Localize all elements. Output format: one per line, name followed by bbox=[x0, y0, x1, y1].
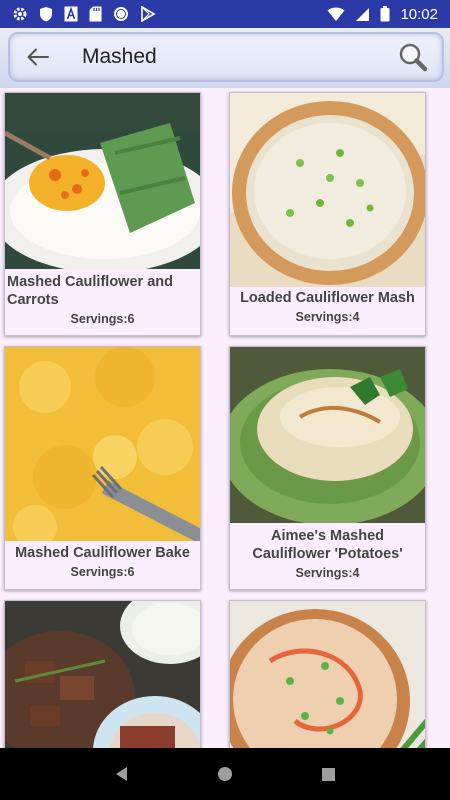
status-time: 10:02 bbox=[400, 5, 438, 23]
back-icon[interactable] bbox=[102, 754, 142, 794]
recipe-title: Aimee's Mashed Cauliflower 'Potatoes' bbox=[252, 528, 403, 562]
recipe-photo bbox=[5, 93, 200, 269]
recipe-servings: Servings:4 bbox=[295, 566, 360, 580]
recipe-servings: Servings:6 bbox=[70, 565, 135, 579]
gear-icon bbox=[13, 7, 27, 21]
navigation-bar bbox=[0, 748, 450, 800]
recipe-photo bbox=[5, 347, 200, 541]
recipe-card[interactable]: Mashed Cauliflower Bake Servings:6 bbox=[4, 346, 201, 590]
status-bar: 10:02 bbox=[0, 0, 450, 28]
shield-icon bbox=[40, 7, 52, 22]
recipe-servings: Servings:4 bbox=[295, 310, 360, 324]
recipe-photo bbox=[5, 601, 200, 748]
back-arrow-icon[interactable] bbox=[16, 35, 60, 79]
recipe-servings: Servings:6 bbox=[70, 312, 135, 326]
recipe-photo bbox=[230, 601, 425, 748]
status-icons-left bbox=[12, 6, 156, 22]
recents-icon[interactable] bbox=[308, 754, 348, 794]
search-bar: Mashed bbox=[8, 32, 444, 82]
play-store-icon bbox=[141, 6, 156, 22]
recipe-grid: Mashed Cauliflower and Carrots Servings:… bbox=[0, 88, 450, 748]
battery-icon bbox=[380, 6, 390, 22]
recipe-title: Mashed Cauliflower and Carrots bbox=[7, 274, 173, 308]
recipe-card[interactable]: Aimee's Mashed Cauliflower 'Potatoes' Se… bbox=[229, 346, 426, 590]
home-icon[interactable] bbox=[205, 754, 245, 794]
recipe-title: Loaded Cauliflower Mash bbox=[240, 290, 415, 306]
recipe-photo bbox=[230, 93, 425, 287]
recipe-photo bbox=[230, 347, 425, 523]
search-input[interactable]: Mashed bbox=[82, 45, 157, 69]
wifi-icon bbox=[327, 7, 345, 21]
recipe-title: Mashed Cauliflower Bake bbox=[15, 545, 190, 561]
circle-icon bbox=[114, 7, 128, 21]
recipe-card[interactable]: Loaded Cauliflower Mash Servings:4 bbox=[229, 92, 426, 336]
cell-signal-icon bbox=[356, 7, 370, 21]
recipe-card[interactable]: Mashed Cauliflower and Carrots Servings:… bbox=[4, 92, 201, 336]
search-icon[interactable] bbox=[396, 40, 430, 74]
sd-card-icon bbox=[89, 6, 102, 22]
recipe-card[interactable] bbox=[4, 600, 201, 748]
font-icon bbox=[64, 6, 78, 22]
search-toolbar: Mashed bbox=[0, 28, 450, 88]
recipe-card[interactable] bbox=[229, 600, 426, 748]
status-icons-right: 10:02 bbox=[327, 6, 438, 23]
